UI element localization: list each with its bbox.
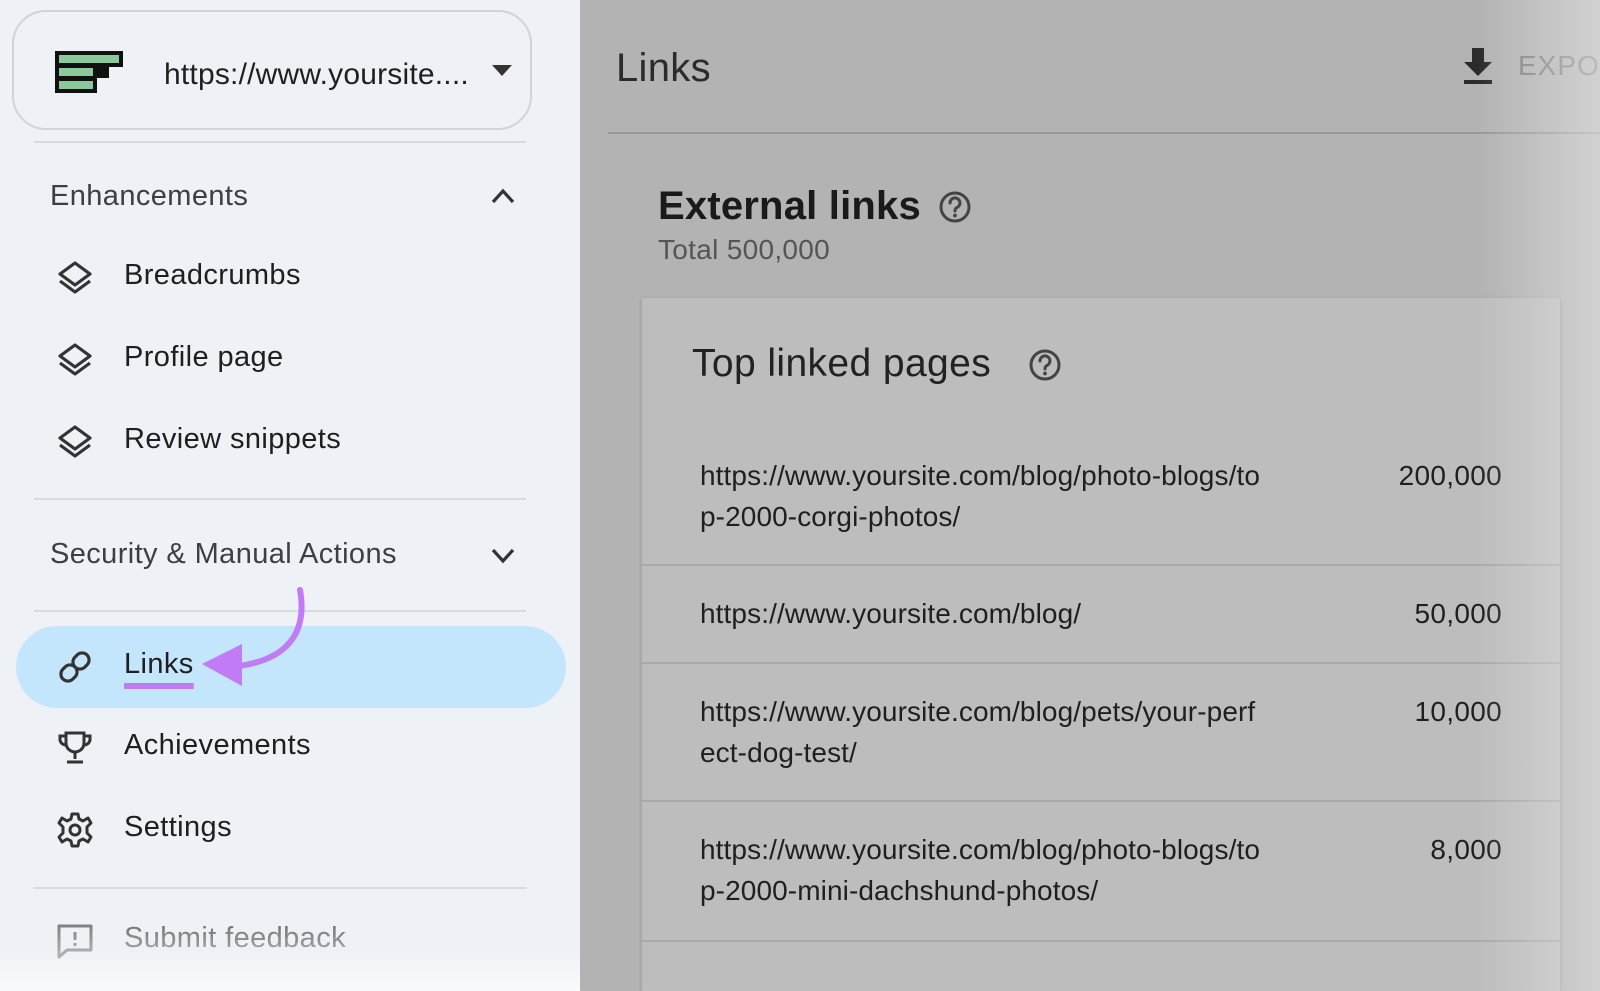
row-url[interactable]: https://www.yoursite.com/blog/pets/your-… [700, 691, 1260, 773]
table-row[interactable]: https://www.yoursite.com/blog/ 50,000 [642, 566, 1560, 664]
section-enhancements[interactable]: Enhancements [50, 180, 248, 213]
sidebar-item-label: Submit feedback [124, 922, 347, 954]
sidebar-item-label: Settings [124, 811, 232, 843]
top-linked-pages-card: Top linked pages https://www.yoursite.co… [642, 298, 1560, 991]
card-title: Top linked pages [692, 342, 992, 385]
property-url: https://www.yoursite.... [164, 58, 469, 91]
trophy-icon [56, 729, 94, 767]
sidebar-item-label: Achievements [124, 729, 311, 761]
sidebar-item-submit-feedback[interactable]: Submit feedback [16, 900, 566, 982]
row-count: 10,000 [1414, 696, 1502, 727]
row-count: 200,000 [1398, 460, 1502, 491]
layers-icon [56, 259, 94, 297]
table-row[interactable]: https://www.yoursite.com/blog/photo-blog… [642, 428, 1560, 566]
row-url[interactable]: https://www.yoursite.com/blog/photo-blog… [700, 455, 1260, 537]
chevron-up-icon[interactable] [490, 186, 516, 211]
search-console-logo-icon [54, 50, 124, 101]
chevron-down-icon[interactable] [492, 64, 512, 82]
row-url[interactable]: https://www.yoursite.com/blog/photo-blog… [700, 829, 1260, 911]
export-button[interactable]: EXPO [1518, 50, 1600, 82]
property-selector[interactable]: https://www.yoursite.... [12, 10, 532, 130]
divider [34, 887, 526, 889]
table-row[interactable]: https://www.yoursite.com/blog/photo-blog… [642, 802, 1560, 942]
link-icon [56, 648, 94, 686]
sidebar-item-achievements[interactable]: Achievements [16, 707, 566, 789]
help-icon[interactable] [938, 190, 972, 229]
layers-icon [56, 423, 94, 461]
sidebar-item-breadcrumbs[interactable]: Breadcrumbs [16, 237, 566, 319]
external-links-title: External links [658, 184, 921, 228]
sidebar: https://www.yoursite.... Enhancements Br… [0, 0, 580, 991]
chevron-down-icon[interactable] [490, 545, 516, 570]
sidebar-item-label: Links [124, 648, 194, 680]
row-url[interactable]: https://www.yoursite.com/blog/ [700, 593, 1260, 634]
sidebar-item-settings[interactable]: Settings [16, 789, 566, 871]
sidebar-item-label: Profile page [124, 341, 284, 373]
table-row[interactable]: https://www.yoursite.com/blog/pets/your-… [642, 664, 1560, 802]
sidebar-item-label: Review snippets [124, 423, 342, 455]
section-security-manual-actions[interactable]: Security & Manual Actions [50, 538, 397, 571]
feedback-icon [56, 922, 94, 960]
row-count: 8,000 [1430, 834, 1502, 865]
gear-icon [56, 811, 94, 849]
divider [34, 141, 526, 143]
layers-icon [56, 341, 94, 379]
row-count: 50,000 [1414, 598, 1502, 629]
annotation-arrow-icon [202, 587, 305, 686]
divider [608, 132, 1600, 134]
external-links-total: Total 500,000 [658, 234, 831, 265]
sidebar-item-review-snippets[interactable]: Review snippets [16, 401, 566, 483]
sidebar-item-label: Breadcrumbs [124, 259, 301, 291]
main-panel: Links EXPO External links Total 500,000 … [580, 0, 1600, 991]
page-title: Links [616, 46, 711, 90]
download-icon[interactable] [1460, 46, 1496, 91]
sidebar-item-profile-page[interactable]: Profile page [16, 319, 566, 401]
divider [34, 498, 526, 500]
help-icon[interactable] [1028, 348, 1062, 387]
